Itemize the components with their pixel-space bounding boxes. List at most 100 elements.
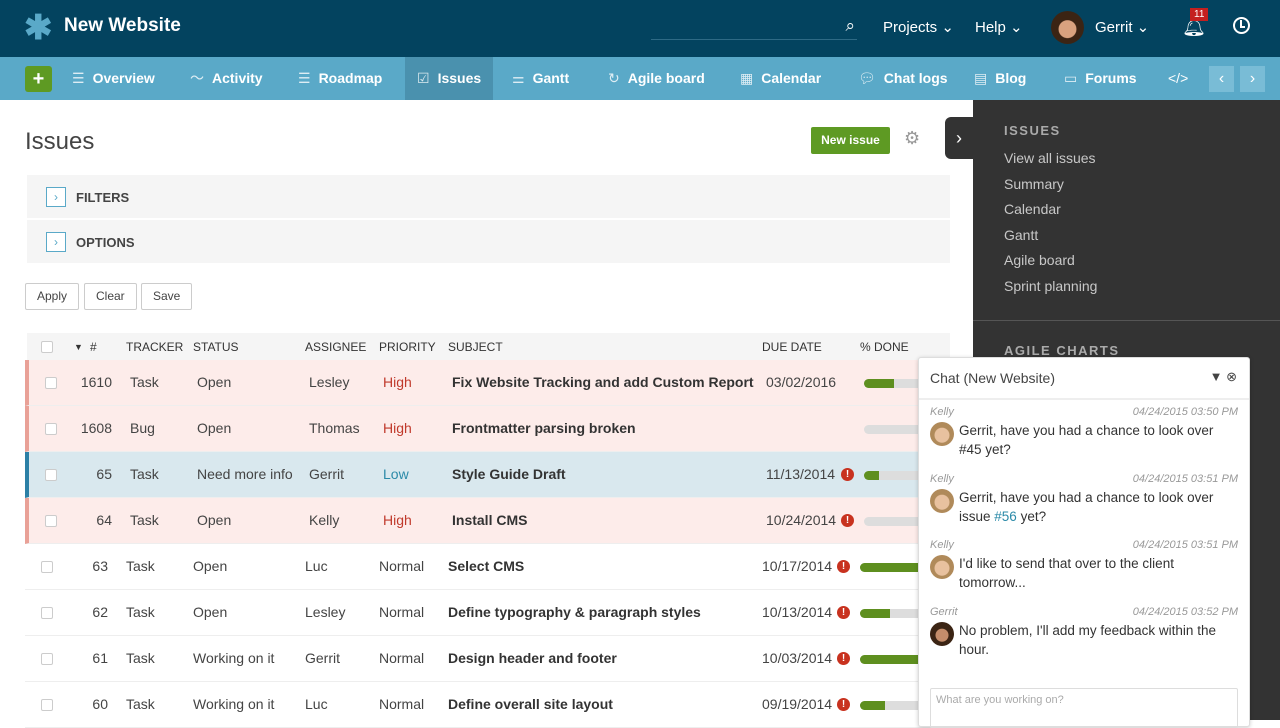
progress-fill	[860, 701, 885, 710]
add-button[interactable]: +	[25, 66, 52, 92]
caret-down-icon[interactable]: ▼	[1210, 369, 1223, 384]
chevron-down-icon: ⌄	[941, 19, 954, 36]
chevron-down-icon: ⌄	[1136, 19, 1150, 36]
table-row[interactable]: 65 Task Need more info Gerrit Low Style Guide…	[25, 452, 964, 498]
help-menu[interactable]: Help ⌄	[975, 18, 1023, 36]
search-icon[interactable]: ⌕	[845, 16, 855, 36]
assignee: Thomas	[309, 420, 360, 436]
logo-icon[interactable]: ✱	[24, 11, 53, 45]
subject-link[interactable]: Fix Website Tracking and add Custom Repo…	[452, 374, 754, 390]
chevron-right-icon[interactable]: ›	[46, 232, 66, 252]
nav-item-label: Blog	[995, 70, 1027, 86]
col-due-date[interactable]: DUE DATE	[762, 340, 822, 354]
sidebar-toggle[interactable]: ›	[945, 117, 973, 159]
nav-prev-button[interactable]: ‹	[1209, 66, 1234, 92]
table-row[interactable]: 63 Task Open Luc Normal Select CMS 10/17/2014!	[25, 544, 960, 590]
col-assignee[interactable]: ASSIGNEE	[305, 340, 366, 354]
table-row[interactable]: 64 Task Open Kelly High Install CMS 10/24/2014…	[25, 498, 964, 544]
tracker: Task	[126, 696, 155, 712]
clock-icon[interactable]	[1233, 17, 1250, 34]
issue-id: 62	[92, 604, 108, 620]
nav-item-label: Issues	[437, 70, 482, 86]
table-row[interactable]: 1608 Bug Open Thomas High Frontmatter parsing…	[25, 406, 964, 452]
warning-icon: !	[837, 560, 850, 573]
sidebar-charts-title: AGILE CHARTS	[1004, 343, 1120, 358]
nav-item-agile-board[interactable]: ↻ Agile board	[596, 57, 717, 100]
sidebar-link-summary[interactable]: Summary	[1004, 176, 1064, 192]
clear-button[interactable]: Clear	[84, 283, 137, 310]
pulse-icon: 〜	[190, 70, 204, 86]
issue-link[interactable]: #56	[994, 509, 1017, 524]
due-date: 10/03/2014	[762, 650, 833, 666]
progress-fill	[864, 471, 879, 480]
nav-item-chat-logs[interactable]: 💬︎ Chat logs	[846, 57, 960, 100]
forum-icon: ▭	[1064, 70, 1078, 86]
table-row[interactable]: 60 Task Working on it Luc Normal Define overa…	[25, 682, 960, 728]
sort-desc-icon[interactable]: ▼	[74, 342, 83, 352]
status: Need more info	[197, 466, 293, 482]
col-status[interactable]: STATUS	[193, 340, 239, 354]
nav-next-button[interactable]: ›	[1240, 66, 1265, 92]
message-author: Kelly	[930, 539, 954, 551]
table-row[interactable]: 62 Task Open Lesley Normal Define typography …	[25, 590, 960, 636]
sidebar-link-sprint-planning[interactable]: Sprint planning	[1004, 278, 1097, 294]
code-icon[interactable]: </>	[1156, 57, 1200, 100]
sidebar-link-gantt[interactable]: Gantt	[1004, 227, 1038, 243]
tracker: Task	[130, 512, 159, 528]
priority: High	[383, 374, 412, 390]
nav-item-issues[interactable]: ☑ Issues	[405, 57, 494, 100]
nav-item-roadmap[interactable]: ☰ Roadmap	[286, 57, 394, 100]
user-menu[interactable]: Gerrit ⌄	[1095, 18, 1149, 36]
project-title[interactable]: New Website	[64, 15, 181, 37]
subject-link[interactable]: Select CMS	[448, 558, 524, 574]
list-icon: ☰	[72, 70, 85, 86]
priority: Normal	[379, 558, 425, 574]
subject-link[interactable]: Design header and footer	[448, 650, 617, 666]
sidebar-link-agile-board[interactable]: Agile board	[1004, 252, 1075, 268]
subject-link[interactable]: Frontmatter parsing broken	[452, 420, 636, 436]
top-bar: ✱ New Website ⌕ Projects ⌄ Help ⌄ Gerrit…	[0, 0, 1280, 57]
nav-item-label: Overview	[92, 70, 155, 86]
calendar-icon: ▦	[740, 70, 754, 86]
table-row[interactable]: 1610 Task Open Lesley High Fix Website Tracki…	[25, 360, 964, 406]
nav-item-blog[interactable]: ▤ Blog	[962, 57, 1038, 100]
status: Open	[193, 558, 228, 574]
col-priority[interactable]: PRIORITY	[379, 340, 436, 354]
nav-item-overview[interactable]: ☰ Overview	[60, 57, 167, 100]
subject-link[interactable]: Define typography & paragraph styles	[448, 604, 701, 620]
nav-item-label: Forums	[1085, 70, 1137, 86]
nav-item-forums[interactable]: ▭ Forums	[1052, 57, 1149, 100]
nav-item-calendar[interactable]: ▦ Calendar	[728, 57, 833, 100]
subject-link[interactable]: Define overall site layout	[448, 696, 613, 712]
subject-link[interactable]: Install CMS	[452, 512, 527, 528]
save-button[interactable]: Save	[141, 283, 193, 310]
new-issue-button[interactable]: New issue	[811, 127, 890, 154]
nav-item-activity[interactable]: 〜 Activity	[178, 57, 275, 100]
options-panel[interactable]: › OPTIONS	[27, 220, 950, 264]
sidebar-link-calendar[interactable]: Calendar	[1004, 201, 1061, 217]
apply-button[interactable]: Apply	[25, 283, 80, 310]
close-icon[interactable]: ⊗	[1226, 369, 1237, 384]
projects-label: Projects	[883, 19, 938, 36]
nav-item-gantt[interactable]: ⚌ Gantt	[500, 57, 581, 100]
search-input[interactable]: ⌕	[651, 16, 857, 40]
col-tracker[interactable]: TRACKER	[126, 340, 183, 354]
col-subject[interactable]: SUBJECT	[448, 340, 503, 354]
col-done[interactable]: % DONE	[860, 340, 909, 354]
tracker: Bug	[130, 420, 155, 436]
chat-input[interactable]: What are you working on?	[930, 688, 1238, 728]
projects-menu[interactable]: Projects ⌄	[883, 18, 954, 36]
filters-panel[interactable]: › FILTERS	[27, 175, 950, 219]
issue-id: 64	[96, 512, 112, 528]
sidebar-link-view-all-issues[interactable]: View all issues	[1004, 150, 1096, 166]
status: Working on it	[193, 696, 275, 712]
status: Open	[197, 512, 232, 528]
chevron-right-icon[interactable]: ›	[46, 187, 66, 207]
subject-link[interactable]: Style Guide Draft	[452, 466, 566, 482]
avatar[interactable]	[1051, 11, 1084, 44]
message-time: 04/24/2015 03:50 PM	[1132, 406, 1238, 418]
select-all-checkbox[interactable]	[41, 341, 53, 353]
gear-icon[interactable]: ⚙	[904, 128, 920, 149]
table-row[interactable]: 61 Task Working on it Gerrit Normal Design he…	[25, 636, 960, 682]
col-id[interactable]: #	[90, 340, 97, 354]
